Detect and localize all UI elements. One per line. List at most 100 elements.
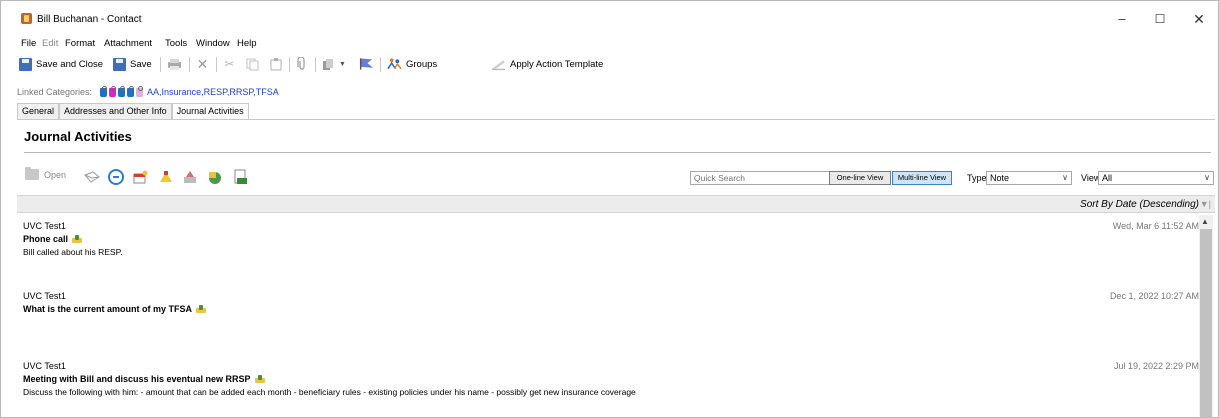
entry-date: Jul 19, 2022 2:29 PM xyxy=(1113,361,1199,371)
entry-subject-text: Meeting with Bill and discuss his eventu… xyxy=(23,374,251,384)
document-stack-icon xyxy=(321,57,336,72)
linked-categories-label: Linked Categories: xyxy=(17,87,93,97)
category-tag-icon xyxy=(118,85,126,97)
note-icon xyxy=(196,304,207,314)
scroll-up-icon[interactable]: ▲ xyxy=(1201,217,1209,226)
window-title: Bill Buchanan - Contact xyxy=(37,14,142,25)
entry-user: UVC Test1 xyxy=(23,291,66,301)
envelope-icon xyxy=(84,171,100,183)
spreadsheet-icon xyxy=(234,169,247,184)
note-icon xyxy=(254,374,265,384)
menu-attachment[interactable]: Attachment xyxy=(104,38,152,49)
title-bar: Bill Buchanan - Contact – ☐ ✕ xyxy=(1,1,1218,31)
copy-icon xyxy=(245,57,260,72)
app-logo-icon xyxy=(21,13,32,24)
scrollbar-thumb[interactable] xyxy=(1200,229,1212,417)
sort-header[interactable]: Sort By Date (Descending) ▼| xyxy=(17,195,1215,213)
menu-file[interactable]: File xyxy=(21,38,36,49)
new-letter-button[interactable] xyxy=(181,168,199,186)
toolbar-separator xyxy=(289,57,290,72)
linked-categories: Linked Categories: AA,Insurance,RESP,RRS… xyxy=(17,85,279,99)
attach-button[interactable] xyxy=(294,53,309,75)
groups-label: Groups xyxy=(406,58,438,70)
toolbar-separator xyxy=(380,57,381,72)
entry-subject: What is the current amount of my TFSA xyxy=(23,304,207,314)
category-tag-icon xyxy=(100,85,108,97)
apply-action-template-label: Apply Action Template xyxy=(510,58,604,70)
category-tag-icon xyxy=(127,85,135,97)
file-menu-button[interactable]: ▼ xyxy=(321,53,346,75)
print-button[interactable] xyxy=(167,53,182,75)
delete-x-icon: ✕ xyxy=(196,55,209,72)
chevron-down-icon: ∨ xyxy=(1204,173,1210,182)
apply-action-template-button[interactable]: Apply Action Template xyxy=(491,53,603,75)
copy-button[interactable] xyxy=(245,53,260,75)
list-item[interactable]: UVC Test1 Meeting with Bill and discuss … xyxy=(17,361,1199,417)
meeting-calendar-icon xyxy=(133,170,148,184)
list-item[interactable]: UVC Test1 What is the current amount of … xyxy=(17,291,1199,355)
new-document-button[interactable] xyxy=(206,168,224,186)
multi-line-view-button[interactable]: Multi-line View xyxy=(892,171,952,185)
groups-button[interactable]: Groups xyxy=(387,53,437,75)
scissors-icon: ✂ xyxy=(224,57,235,71)
new-email-button[interactable] xyxy=(83,168,101,186)
toolbar-separator xyxy=(315,57,316,72)
menu-window[interactable]: Window xyxy=(196,38,230,49)
call-circle-icon xyxy=(108,169,124,185)
entry-body: Bill called about his RESP. xyxy=(23,247,123,257)
flag-icon xyxy=(359,57,374,72)
vertical-scrollbar[interactable]: ▲ xyxy=(1199,215,1213,417)
category-tag-icon xyxy=(136,85,144,97)
new-call-button[interactable] xyxy=(107,168,125,186)
folder-icon xyxy=(25,167,39,180)
save-label: Save xyxy=(130,58,152,70)
type-dropdown[interactable]: Note ∨ xyxy=(986,171,1072,185)
category-tags xyxy=(100,85,145,97)
chevron-down-icon: ▼ xyxy=(339,60,346,68)
open-button[interactable]: Open xyxy=(25,167,67,180)
main-toolbar: Save and Close Save ✕ ✂ ▼ Groups Apply A… xyxy=(17,53,1217,75)
linked-categories-link[interactable]: AA,Insurance,RESP,RRSP,TFSA xyxy=(147,87,279,97)
menu-tools[interactable]: Tools xyxy=(165,38,187,49)
save-and-close-button[interactable]: Save and Close xyxy=(19,53,103,75)
printer-icon xyxy=(167,57,182,72)
close-button[interactable]: ✕ xyxy=(1188,11,1210,27)
toolbar-separator xyxy=(160,57,161,72)
document-globe-icon xyxy=(209,171,221,184)
tab-journal-activities[interactable]: Journal Activities xyxy=(171,103,249,120)
note-icon xyxy=(72,234,83,244)
tab-addresses[interactable]: Addresses and Other Info xyxy=(59,103,172,119)
flag-button[interactable] xyxy=(359,53,374,75)
category-tag-icon xyxy=(109,85,117,97)
open-label: Open xyxy=(44,169,67,180)
view-dropdown[interactable]: All ∨ xyxy=(1098,171,1214,185)
section-title: Journal Activities xyxy=(24,129,132,144)
save-button[interactable]: Save xyxy=(113,53,152,75)
menu-help[interactable]: Help xyxy=(237,38,257,49)
one-line-view-button[interactable]: One-line View xyxy=(829,171,891,185)
paste-button[interactable] xyxy=(268,53,283,75)
type-value: Note xyxy=(990,173,1010,183)
list-item[interactable]: UVC Test1 Phone call Bill called about h… xyxy=(17,221,1199,285)
paste-icon xyxy=(268,57,283,72)
maximize-button[interactable]: ☐ xyxy=(1149,11,1171,27)
export-spreadsheet-button[interactable] xyxy=(231,168,249,186)
entry-date: Wed, Mar 6 11:52 AM xyxy=(1112,221,1199,231)
letter-stamp-icon xyxy=(184,171,196,183)
menu-bar: File Edit Format Attachment Tools Window… xyxy=(1,31,1218,51)
tab-divider xyxy=(17,119,1215,120)
delete-button[interactable]: ✕ xyxy=(195,53,210,75)
toolbar-separator xyxy=(216,57,217,72)
entry-subject: Phone call xyxy=(23,234,83,244)
view-value: All xyxy=(1102,173,1113,183)
menu-edit[interactable]: Edit xyxy=(42,38,58,49)
menu-format[interactable]: Format xyxy=(65,38,95,49)
floppy-icon xyxy=(113,57,126,71)
new-meeting-button[interactable] xyxy=(132,168,150,186)
minimize-button[interactable]: – xyxy=(1111,11,1133,27)
tab-general[interactable]: General xyxy=(17,103,60,119)
floppy-icon xyxy=(19,57,32,71)
new-note-button[interactable] xyxy=(157,168,175,186)
cut-button[interactable]: ✂ xyxy=(222,53,237,75)
quick-search-input[interactable] xyxy=(690,171,834,185)
